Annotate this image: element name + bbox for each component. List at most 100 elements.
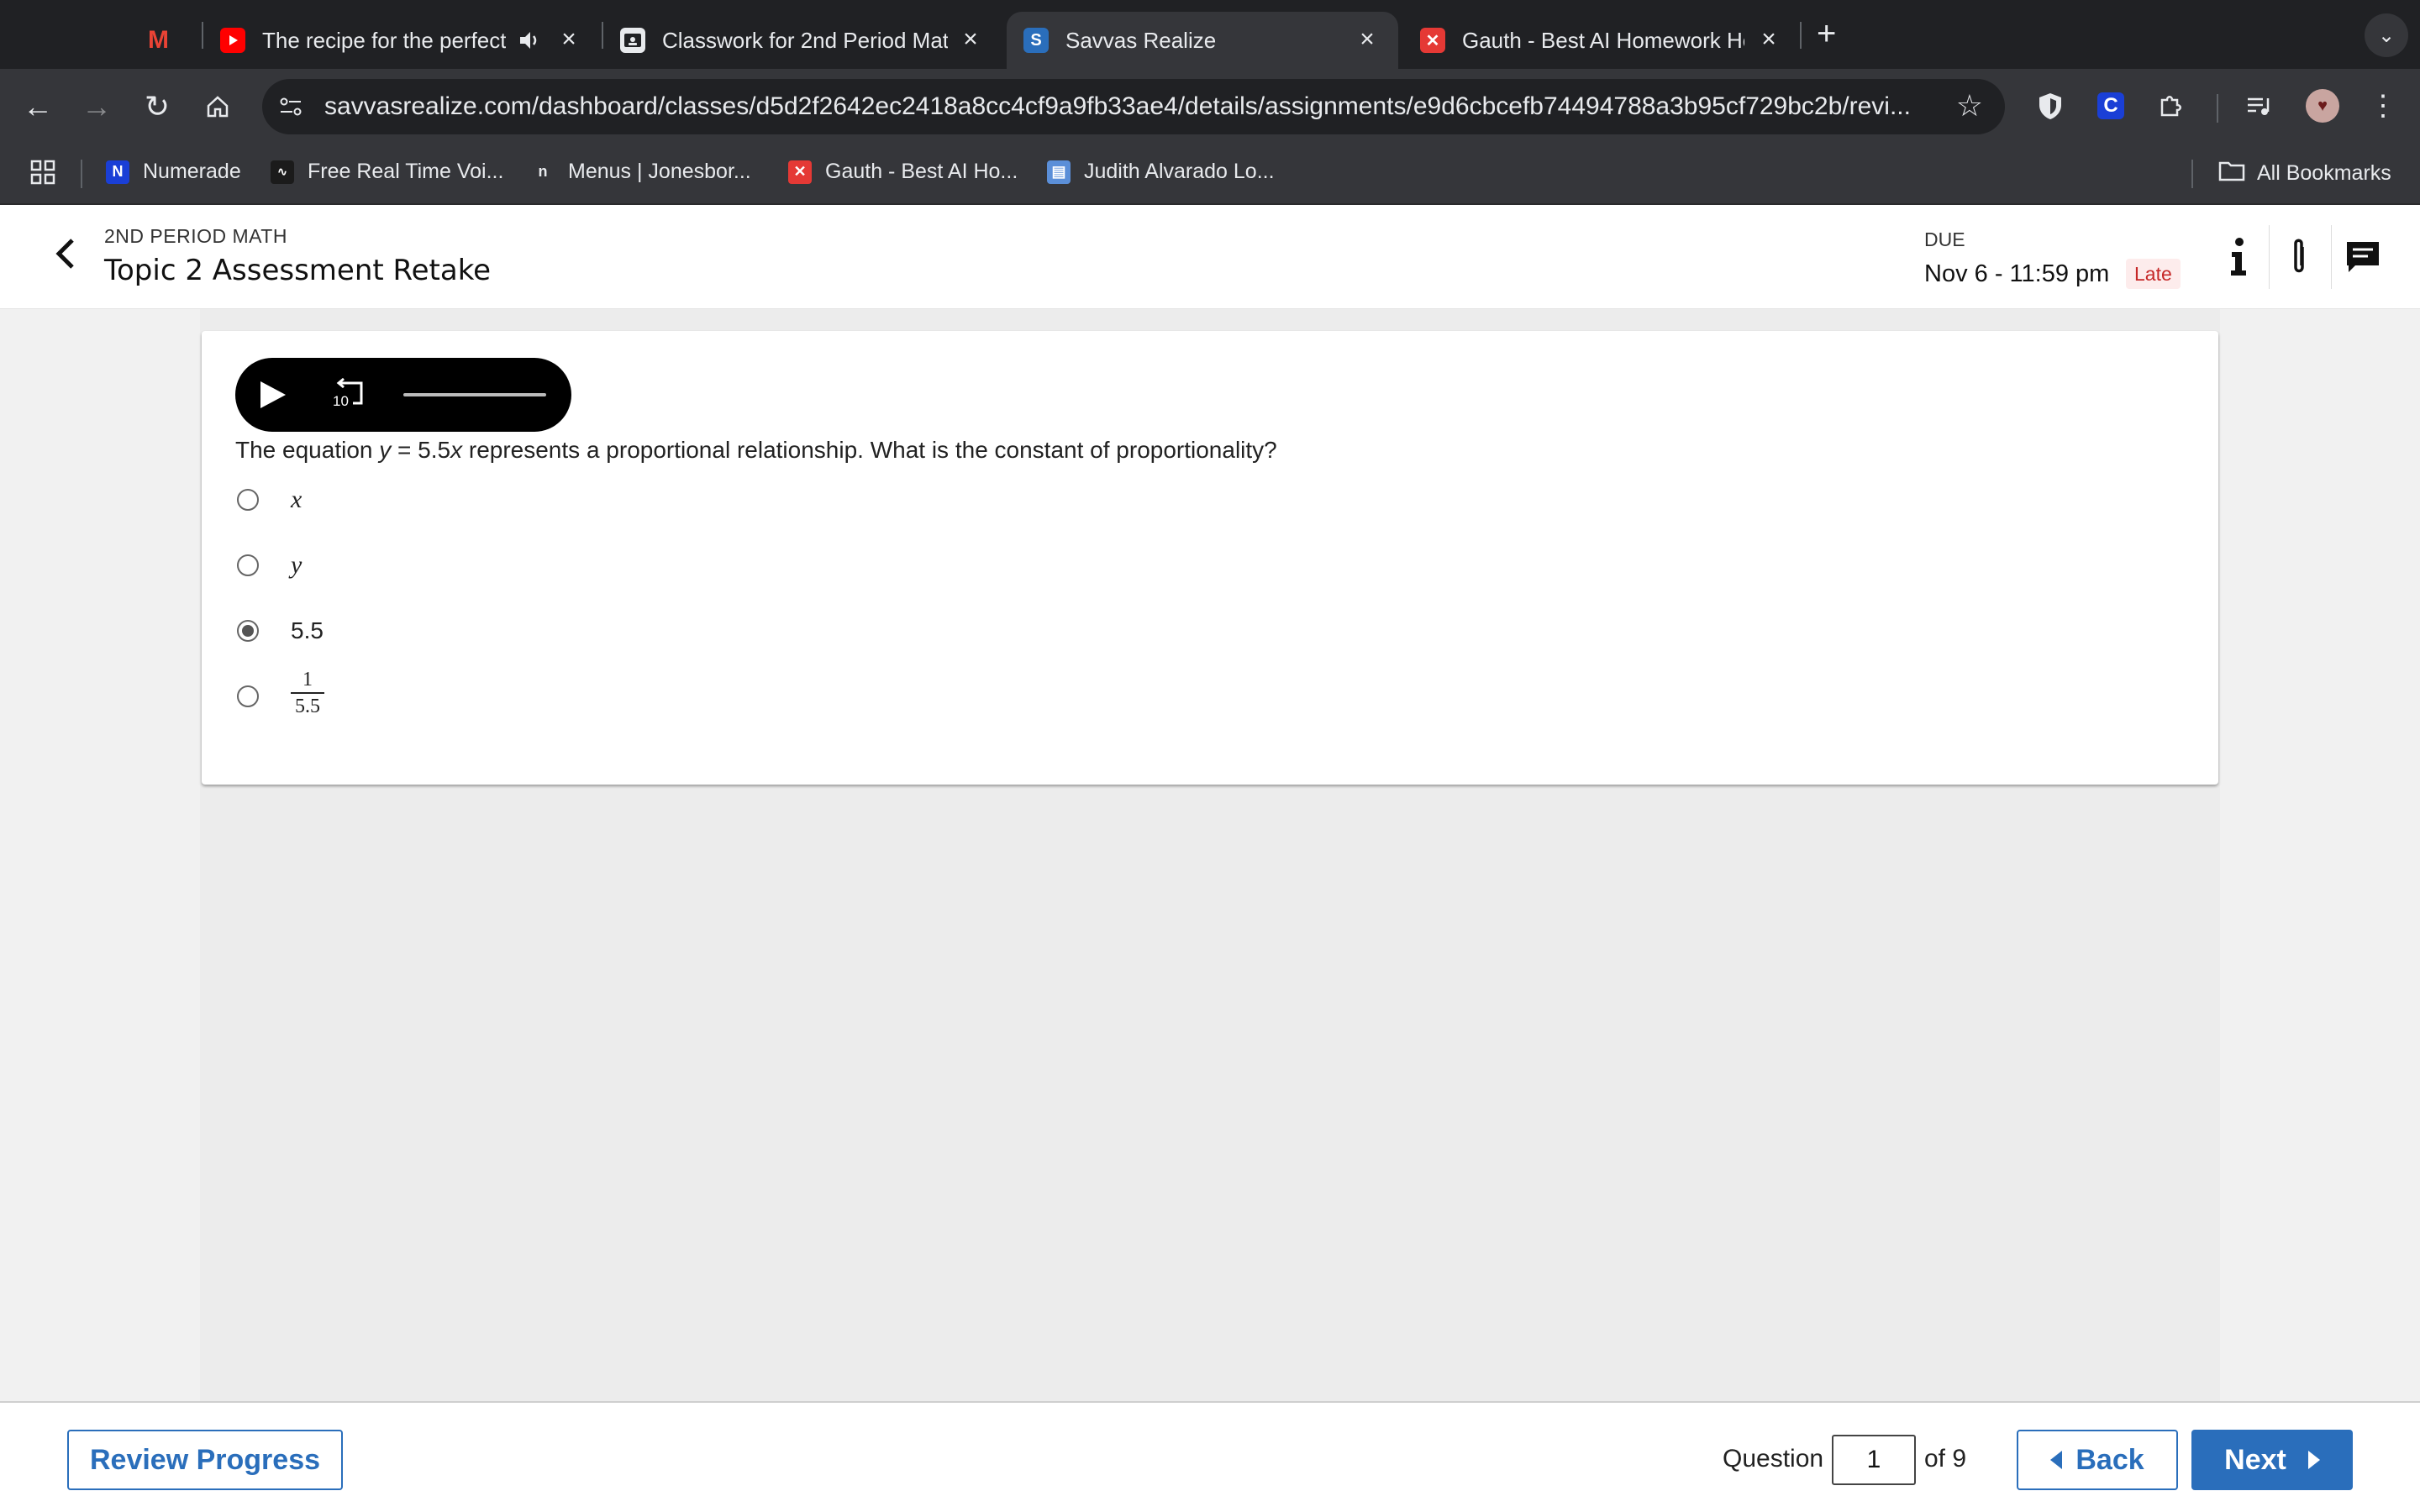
navigation-footer: Review Progress Question of 9 Back Next (0, 1401, 2420, 1512)
tab-search-chevron-icon[interactable]: ⌄ (2365, 13, 2408, 57)
assignment-header: 2ND PERIOD MATH Topic 2 Assessment Retak… (0, 205, 2420, 309)
audio-progress-track[interactable] (403, 393, 546, 396)
choice-label: 5.5 (291, 617, 324, 643)
pinned-tab-gmail[interactable]: M (148, 12, 182, 69)
question-total: of 9 (1924, 1445, 1967, 1473)
bookmarks-bar: N Numerade ∿ Free Real Time Voi... n Men… (0, 144, 2420, 205)
extension-c-label: C (2097, 92, 2124, 119)
header-divider (2331, 225, 2332, 289)
back-arrow-icon[interactable]: ← (18, 87, 57, 126)
gauth-icon: ✕ (1420, 28, 1445, 53)
back-button-label: Back (2075, 1443, 2144, 1476)
media-control-icon[interactable] (2242, 87, 2279, 124)
classroom-icon (620, 28, 645, 53)
address-bar[interactable]: savvasrealize.com/dashboard/classes/d5d2… (262, 79, 2005, 134)
close-tab-icon[interactable]: × (556, 27, 581, 52)
choice-label: x (291, 486, 302, 513)
question-number-input[interactable] (1832, 1435, 1916, 1485)
answer-choice-y[interactable]: y (235, 544, 571, 586)
fraction-bar (291, 692, 324, 694)
extensions-puzzle-icon[interactable] (2153, 87, 2190, 124)
tab-separator (602, 22, 603, 49)
bookmark-judith-alvarado[interactable]: ▤ Judith Alvarado Lo... (1047, 160, 1275, 184)
gauth-icon: ✕ (788, 160, 812, 184)
bookmark-label: Gauth - Best AI Ho... (825, 160, 1018, 183)
close-tab-icon[interactable]: × (958, 27, 983, 52)
radio-button[interactable] (237, 489, 259, 511)
class-name: 2ND PERIOD MATH (104, 225, 287, 247)
tab-gauth[interactable]: ✕ Gauth - Best AI Homework He × (1420, 12, 1781, 69)
paperclip-icon[interactable] (2274, 223, 2324, 291)
voice-wave-icon: ∿ (271, 160, 294, 184)
tab-title: Savvas Realize (1065, 27, 1217, 53)
new-tab-plus-icon[interactable]: + (1817, 17, 1836, 50)
back-button[interactable]: Back (2017, 1430, 2178, 1490)
all-bookmarks-label: All Bookmarks (2257, 161, 2391, 185)
radio-button[interactable] (237, 554, 259, 576)
question-suffix: represents a proportional relationship. … (462, 437, 1277, 463)
home-icon[interactable] (198, 87, 237, 126)
bookmarks-separator (2191, 160, 2193, 188)
bookmarks-separator (81, 160, 82, 188)
replay-10-icon[interactable]: 10 (329, 378, 366, 412)
bookmark-gauth[interactable]: ✕ Gauth - Best AI Ho... (788, 160, 1018, 184)
bookmark-numerade[interactable]: N Numerade (106, 160, 241, 184)
tab-separator (1800, 22, 1802, 49)
answer-choice-fraction[interactable]: 1 5.5 (235, 669, 571, 717)
browser-menu-icon[interactable]: ⋮ (2365, 87, 2402, 124)
browser-tab-strip: M The recipe for the perfect × Classwork… (0, 0, 2420, 69)
radio-button[interactable] (237, 685, 259, 707)
bookmark-label: Menus | Jonesbor... (568, 160, 751, 183)
question-prefix: The equation (235, 437, 380, 463)
brave-shield-icon[interactable] (2032, 87, 2069, 124)
question-middle: = 5.5 (391, 437, 451, 463)
bookmark-menus-jonesboro[interactable]: n Menus | Jonesbor... (531, 160, 751, 184)
answer-choice-5-5[interactable]: 5.5 (235, 610, 571, 652)
bookmark-star-icon[interactable]: ☆ (1956, 91, 1983, 121)
next-button-label: Next (2224, 1443, 2286, 1476)
fraction-denominator: 5.5 (295, 696, 320, 717)
header-divider (2269, 225, 2270, 289)
bookmark-label: Free Real Time Voi... (308, 160, 504, 183)
close-tab-icon[interactable]: × (1756, 27, 1781, 52)
review-progress-button[interactable]: Review Progress (67, 1430, 343, 1490)
question-var-y: y (379, 437, 392, 463)
back-chevron-icon[interactable] (52, 235, 86, 277)
tab-classwork[interactable]: Classwork for 2nd Period Mat × (620, 12, 983, 69)
close-tab-icon[interactable]: × (1355, 27, 1380, 52)
comment-icon[interactable] (2338, 223, 2388, 291)
forward-arrow-icon[interactable]: → (77, 87, 116, 126)
tab-title: Classwork for 2nd Period Mat (662, 27, 948, 53)
play-icon[interactable] (260, 381, 286, 408)
audio-player[interactable]: 10 (235, 358, 571, 432)
all-bookmarks[interactable]: All Bookmarks (2218, 160, 2391, 187)
due-label: DUE (1924, 228, 1965, 250)
tab-savvas-realize[interactable]: S Savvas Realize × (1007, 12, 1398, 69)
caret-right-icon (2307, 1451, 2320, 1469)
tab-youtube[interactable]: The recipe for the perfect × (220, 12, 581, 69)
due-date: Nov 6 - 11:59 pm (1924, 260, 2110, 287)
fraction-numerator: 1 (302, 669, 313, 690)
bookmark-label: Judith Alvarado Lo... (1084, 160, 1275, 183)
profile-avatar[interactable]: ♥ (2304, 87, 2341, 124)
speaker-icon[interactable] (518, 29, 541, 58)
info-icon[interactable] (2213, 223, 2264, 291)
tab-title: Gauth - Best AI Homework He (1462, 27, 1744, 53)
replay-seconds-label: 10 (333, 393, 349, 409)
bookmark-free-real-time-voice[interactable]: ∿ Free Real Time Voi... (271, 160, 503, 184)
folder-icon (2218, 160, 2245, 187)
youtube-icon (220, 28, 245, 53)
choice-label: y (291, 551, 302, 579)
site-settings-icon[interactable] (272, 88, 309, 125)
tab-title: The recipe for the perfect (262, 27, 506, 53)
apps-grid-icon[interactable] (30, 160, 55, 185)
reload-icon[interactable]: ↻ (138, 87, 176, 126)
late-badge: Late (2126, 259, 2181, 289)
question-card: 10 The equation y = 5.5 x represents a pr… (202, 331, 2218, 785)
radio-button-selected[interactable] (237, 620, 259, 642)
next-button[interactable]: Next (2191, 1430, 2353, 1490)
answer-choice-x[interactable]: x (235, 479, 571, 521)
assignment-title: Topic 2 Assessment Retake (104, 254, 492, 287)
classroom-board-icon: ▤ (1047, 160, 1071, 184)
extension-c-icon[interactable]: C (2092, 87, 2129, 124)
